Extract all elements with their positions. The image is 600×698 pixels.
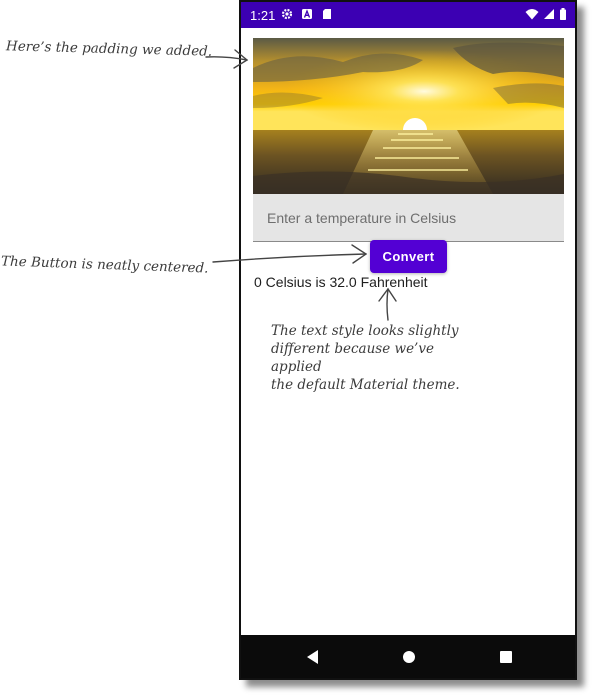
sunset-image [253, 38, 564, 194]
temperature-field[interactable] [253, 194, 564, 242]
convert-button[interactable]: Convert [370, 240, 447, 273]
status-left-icons [281, 7, 333, 21]
temperature-input[interactable] [253, 194, 564, 241]
text-style-annotation-line: The text style looks slightly [271, 323, 459, 339]
wifi-icon [525, 7, 539, 21]
result-text: 0 Celsius is 32.0 Fahrenheit [254, 274, 428, 290]
recents-icon[interactable] [496, 647, 516, 667]
cell-signal-icon [543, 7, 555, 21]
sd-card-icon [321, 7, 333, 21]
battery-icon [559, 7, 567, 21]
status-bar: 1:21 [241, 2, 575, 28]
gear-icon [281, 7, 293, 21]
text-style-annotation-line: different because we’ve applied [271, 341, 434, 375]
home-icon[interactable] [399, 647, 419, 667]
status-right-icons [525, 7, 567, 21]
text-style-annotation-line: the default Material theme. [271, 377, 460, 393]
padding-annotation: Here’s the padding we added. [5, 38, 213, 60]
back-icon[interactable] [303, 647, 323, 667]
status-time: 1:21 [250, 8, 276, 23]
a-notification-icon [301, 7, 313, 21]
navigation-bar [241, 635, 575, 678]
button-annotation: The Button is neatly centered. [0, 253, 209, 277]
text-style-annotation: The text style looks slightly different … [271, 322, 481, 394]
